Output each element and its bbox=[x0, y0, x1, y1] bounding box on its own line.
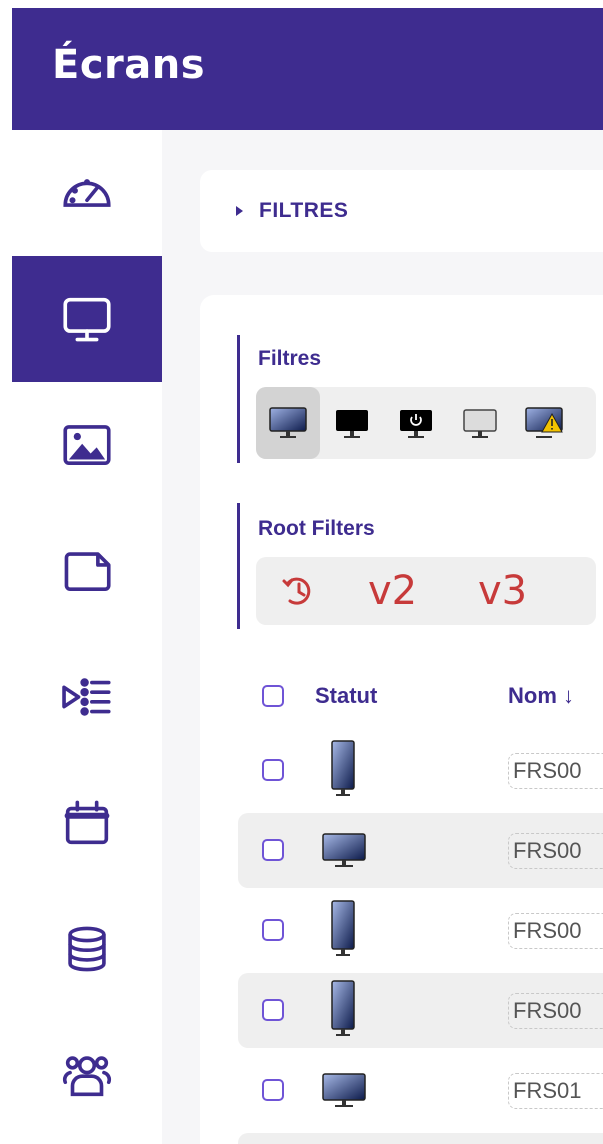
filters-toggle-label: FILTRES bbox=[259, 199, 349, 222]
screen-name[interactable]: FRS00 bbox=[508, 913, 603, 949]
filter-v2-button[interactable]: v2 bbox=[368, 567, 417, 615]
folder-page-icon bbox=[64, 552, 111, 591]
app-header: Écrans bbox=[12, 8, 603, 130]
screen-landscape-icon bbox=[322, 1073, 366, 1107]
row-checkbox[interactable] bbox=[262, 839, 284, 861]
sidebar-item-users[interactable] bbox=[12, 1012, 162, 1138]
screen-online-icon bbox=[269, 407, 307, 438]
select-all-checkbox[interactable] bbox=[262, 685, 284, 707]
screen-name[interactable]: FRS00 bbox=[508, 753, 603, 789]
filter-powered-off-button[interactable] bbox=[384, 387, 448, 459]
table-row[interactable]: FRS01 bbox=[238, 1053, 603, 1128]
row-checkbox[interactable] bbox=[262, 759, 284, 781]
sidebar-item-data[interactable] bbox=[12, 886, 162, 1012]
row-checkbox[interactable] bbox=[262, 999, 284, 1021]
root-filter-bar: v2 v3 bbox=[256, 557, 596, 625]
column-name-header[interactable]: Nom ↓ bbox=[508, 683, 574, 709]
users-group-icon bbox=[62, 1056, 112, 1097]
screens-panel: Filtres Root Filters v2 v3 Statut Nom ↓ … bbox=[200, 295, 603, 1144]
sidebar-item-dashboard[interactable] bbox=[12, 130, 162, 256]
filter-v3-button[interactable]: v3 bbox=[478, 567, 527, 615]
filter-history-button[interactable] bbox=[280, 567, 318, 615]
table-header: Statut Nom ↓ bbox=[200, 665, 603, 725]
monitor-icon bbox=[63, 297, 111, 342]
screen-power-icon bbox=[400, 410, 432, 438]
sidebar-item-screens[interactable] bbox=[12, 256, 162, 382]
screen-offline-icon bbox=[463, 409, 497, 438]
filters-group: Filtres bbox=[237, 335, 596, 463]
filter-black-screen-button[interactable] bbox=[320, 387, 384, 459]
screen-name[interactable]: FRS00 bbox=[508, 833, 603, 869]
row-checkbox[interactable] bbox=[262, 1079, 284, 1101]
sidebar bbox=[12, 130, 162, 1144]
screen-name[interactable]: FRS01 bbox=[508, 1073, 603, 1109]
table-row[interactable]: FRS00 bbox=[238, 973, 603, 1048]
calendar-icon bbox=[64, 800, 110, 845]
sidebar-item-playlists[interactable] bbox=[12, 634, 162, 760]
filters-group-title: Filtres bbox=[258, 347, 322, 370]
image-icon bbox=[63, 425, 111, 465]
screen-landscape-icon bbox=[322, 833, 366, 867]
history-icon bbox=[282, 577, 311, 605]
filter-warning-button[interactable] bbox=[512, 387, 576, 459]
main-content: FILTRES Filtres Root Filters v2 v3 Statu… bbox=[162, 130, 603, 1144]
root-filters-group: Root Filters v2 v3 bbox=[237, 503, 596, 629]
table-row[interactable]: FRS00 bbox=[238, 733, 603, 808]
sidebar-item-pages[interactable] bbox=[12, 508, 162, 634]
table-row[interactable]: FRS00 bbox=[238, 893, 603, 968]
root-filters-title: Root Filters bbox=[258, 517, 375, 540]
filter-online-button[interactable] bbox=[256, 387, 320, 459]
status-screen-portrait bbox=[328, 899, 358, 964]
playlist-icon bbox=[62, 678, 111, 716]
status-screen-portrait bbox=[328, 979, 358, 1044]
table-row[interactable] bbox=[238, 1133, 603, 1144]
status-screen-portrait bbox=[328, 739, 358, 804]
screen-warning-icon bbox=[525, 407, 563, 438]
screen-portrait-icon bbox=[331, 740, 355, 796]
status-filter-bar bbox=[256, 387, 596, 459]
dashboard-speedometer-icon bbox=[63, 179, 111, 207]
status-screen-landscape bbox=[320, 831, 368, 876]
table-row[interactable]: FRS00 bbox=[238, 813, 603, 888]
sidebar-item-media[interactable] bbox=[12, 382, 162, 508]
status-screen-landscape bbox=[320, 1071, 368, 1116]
screen-black-icon bbox=[336, 410, 368, 438]
row-checkbox[interactable] bbox=[262, 919, 284, 941]
database-icon bbox=[68, 926, 106, 972]
screen-name[interactable]: FRS00 bbox=[508, 993, 603, 1029]
column-status-header[interactable]: Statut bbox=[315, 683, 377, 709]
app-frame: Écrans FILTRES Filtres Root Filters v2 v… bbox=[12, 8, 603, 1144]
screen-portrait-icon bbox=[331, 980, 355, 1036]
screen-portrait-icon bbox=[331, 900, 355, 956]
sidebar-item-schedule[interactable] bbox=[12, 760, 162, 886]
filter-offline-button[interactable] bbox=[448, 387, 512, 459]
page-title: Écrans bbox=[52, 42, 206, 88]
caret-right-icon bbox=[236, 206, 243, 216]
filters-toggle[interactable]: FILTRES bbox=[200, 170, 603, 252]
